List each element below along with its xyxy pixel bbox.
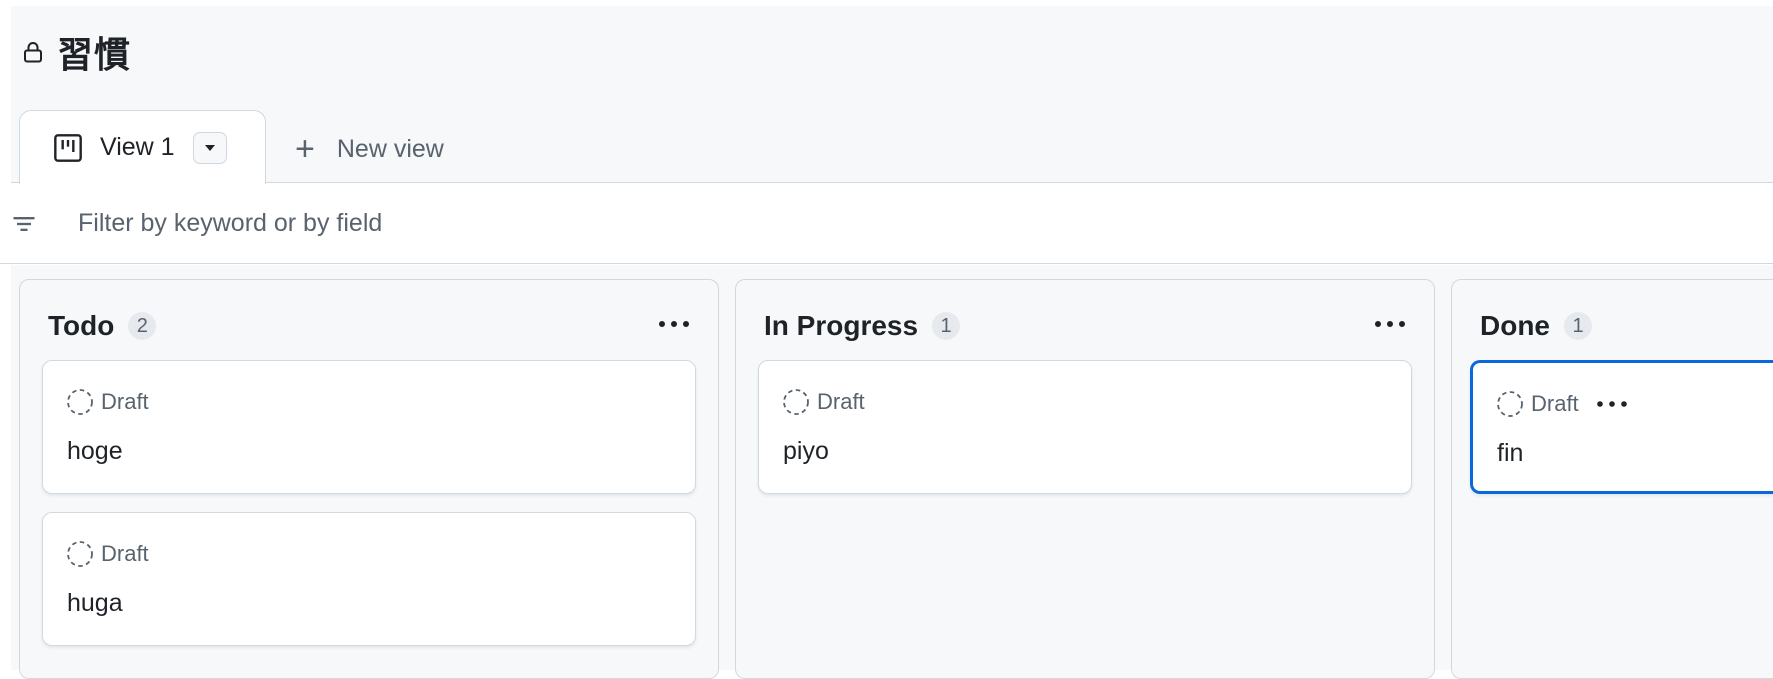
column-name: Done bbox=[1480, 310, 1550, 341]
card-meta: Draft bbox=[65, 539, 149, 569]
column-count-badge: 1 bbox=[1564, 312, 1592, 340]
project-title: 習慣 bbox=[57, 35, 132, 76]
card-status: Draft bbox=[101, 541, 149, 566]
card-meta: Draft bbox=[65, 387, 149, 417]
draft-issue-icon bbox=[67, 541, 93, 567]
view-options-button[interactable] bbox=[192, 131, 227, 164]
filter-input[interactable]: Filter by keyword or by field bbox=[78, 209, 382, 238]
project-header: 習慣 View 1 + New view bbox=[11, 6, 1773, 184]
board-card[interactable]: Draft huga bbox=[42, 512, 696, 646]
filter-bar[interactable]: Filter by keyword or by field bbox=[0, 184, 1773, 264]
plus-icon: + bbox=[295, 130, 315, 168]
filter-icon bbox=[13, 216, 35, 231]
column-header: Done 1 bbox=[1480, 310, 1592, 342]
tab-view-1[interactable]: View 1 bbox=[19, 110, 266, 184]
card-title[interactable]: fin bbox=[1497, 439, 1523, 468]
column-count-badge: 2 bbox=[128, 312, 157, 340]
column-count-badge: 1 bbox=[932, 312, 961, 340]
kebab-horizontal-icon[interactable] bbox=[1372, 318, 1408, 330]
card-title[interactable]: hoge bbox=[67, 437, 123, 466]
column-name: Todo bbox=[48, 310, 115, 341]
board: Todo 2 Draft hoge Draft huga In Progress… bbox=[11, 265, 1773, 679]
project-board-icon bbox=[54, 133, 82, 162]
board-card-selected[interactable]: Draft fin bbox=[1470, 360, 1773, 494]
board-column-todo: Todo 2 Draft hoge Draft huga bbox=[19, 279, 719, 679]
card-title[interactable]: piyo bbox=[783, 437, 829, 466]
board-column-in-progress: In Progress 1 Draft piyo bbox=[735, 279, 1435, 679]
caret-down-icon bbox=[204, 144, 215, 151]
draft-issue-icon bbox=[783, 389, 809, 415]
column-header: In Progress 1 bbox=[764, 310, 961, 342]
board-card[interactable]: Draft hoge bbox=[42, 360, 696, 494]
card-status: Draft bbox=[1531, 391, 1579, 416]
project-app: 習慣 View 1 + New view Filter by keyword o… bbox=[0, 6, 1773, 679]
column-header: Todo 2 bbox=[48, 310, 157, 342]
kebab-horizontal-icon[interactable] bbox=[1595, 399, 1629, 409]
card-meta: Draft bbox=[1495, 389, 1629, 419]
title-row: 習慣 bbox=[21, 26, 131, 78]
draft-issue-icon bbox=[67, 389, 93, 415]
new-view-button[interactable]: + New view bbox=[295, 132, 444, 166]
lock-icon bbox=[24, 42, 42, 63]
board-card[interactable]: Draft piyo bbox=[758, 360, 1412, 494]
card-meta: Draft bbox=[781, 387, 865, 417]
board-column-done: Done 1 Draft fin bbox=[1451, 279, 1773, 679]
new-view-label: New view bbox=[336, 134, 444, 163]
card-title[interactable]: huga bbox=[67, 589, 123, 618]
tab-label: View 1 bbox=[100, 133, 175, 161]
column-name: In Progress bbox=[764, 310, 919, 341]
card-status: Draft bbox=[817, 389, 865, 414]
draft-issue-icon bbox=[1497, 391, 1523, 417]
kebab-horizontal-icon[interactable] bbox=[656, 318, 692, 330]
card-status: Draft bbox=[101, 389, 149, 414]
